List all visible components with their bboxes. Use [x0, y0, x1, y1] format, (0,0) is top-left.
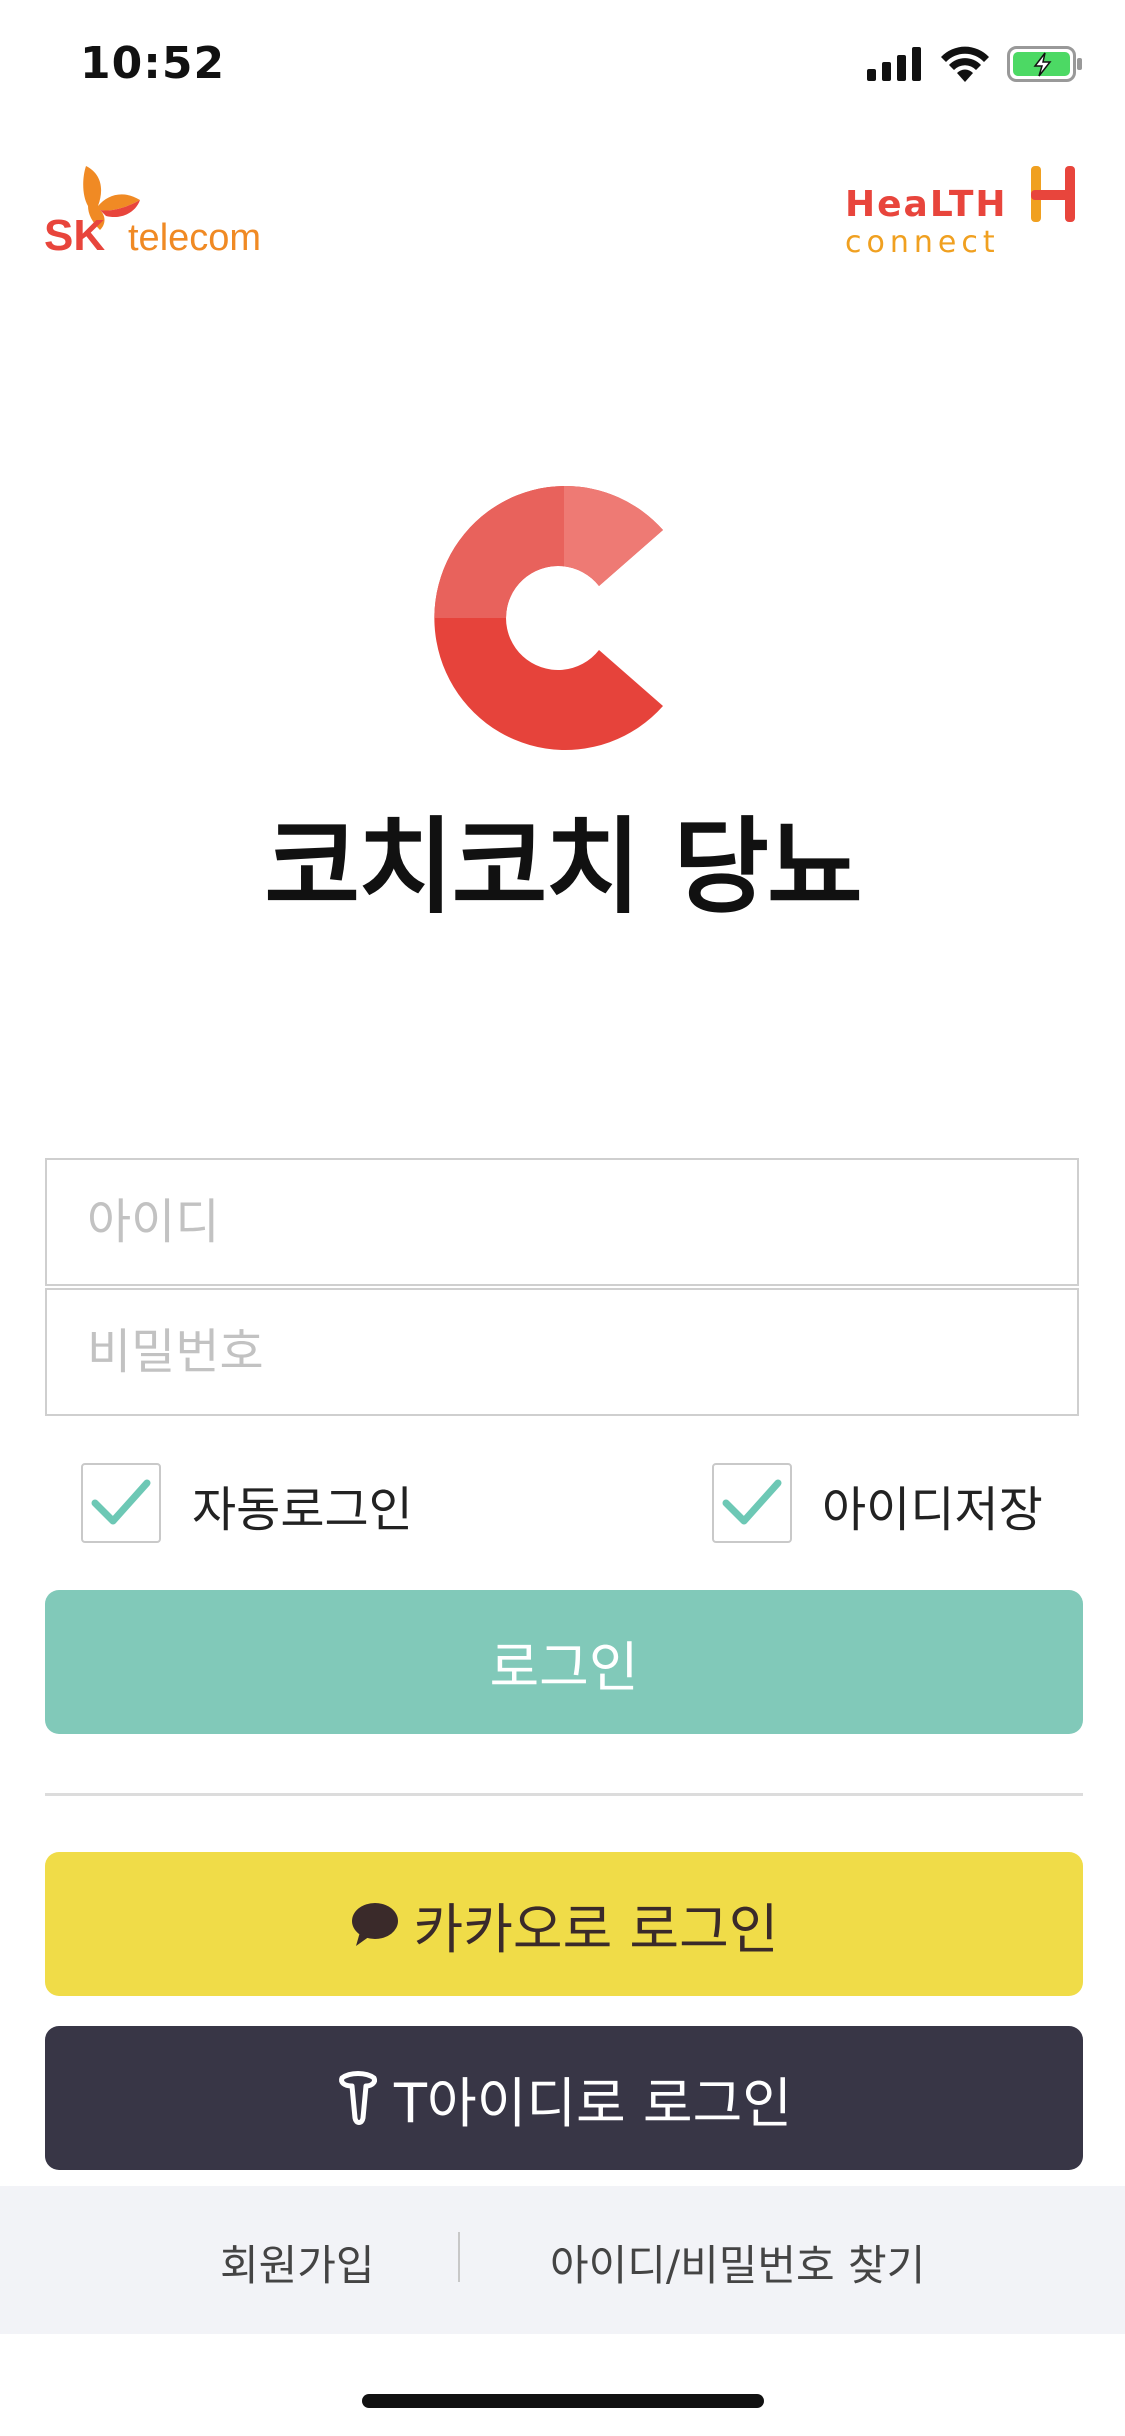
auto-login-checkbox[interactable] [81, 1463, 161, 1543]
signup-link[interactable]: 회원가입 [220, 2232, 375, 2293]
checkmark-icon [91, 1479, 151, 1525]
kakao-login-label: 카카오로 로그인 [413, 1897, 779, 1961]
coach-c-logo-icon [433, 486, 695, 750]
login-button-label: 로그인 [489, 1635, 639, 1699]
svg-text:HeaLTH: HeaLTH [845, 184, 1008, 225]
battery-charging-icon [1007, 46, 1082, 82]
password-input[interactable] [45, 1288, 1079, 1416]
status-icons [867, 46, 1083, 82]
speech-bubble-icon [350, 1902, 400, 1946]
tid-login-button[interactable]: T아이디로 로그인 [45, 2026, 1083, 2170]
svg-text:SK: SK [44, 211, 105, 256]
status-time: 10:52 [80, 38, 226, 89]
kakao-login-button[interactable]: 카카오로 로그인 [45, 1852, 1083, 1996]
h-mark-icon [1031, 166, 1075, 222]
app-title: 코치코치 당뇨 [264, 806, 862, 928]
id-input[interactable] [45, 1158, 1079, 1286]
signal-icon [867, 47, 921, 81]
tid-login-label: T아이디로 로그인 [394, 2071, 792, 2135]
footer-separator [458, 2232, 460, 2282]
divider [45, 1793, 1083, 1796]
auto-login-label[interactable]: 자동로그인 [192, 1470, 413, 1540]
svg-text:connect: connect [845, 225, 1000, 256]
health-connect-logo: HeaLTH connect [845, 166, 1081, 260]
svg-text:telecom: telecom [128, 217, 261, 256]
checkmark-icon [722, 1479, 782, 1525]
save-id-checkbox[interactable] [712, 1463, 792, 1543]
home-indicator [362, 2394, 764, 2408]
find-account-link[interactable]: 아이디/비밀번호 찾기 [550, 2232, 925, 2293]
wifi-icon [941, 46, 989, 82]
t-logo-icon [336, 2070, 380, 2126]
save-id-label[interactable]: 아이디저장 [822, 1470, 1043, 1540]
sk-telecom-logo: SK telecom [44, 166, 284, 260]
login-button[interactable]: 로그인 [45, 1590, 1083, 1734]
